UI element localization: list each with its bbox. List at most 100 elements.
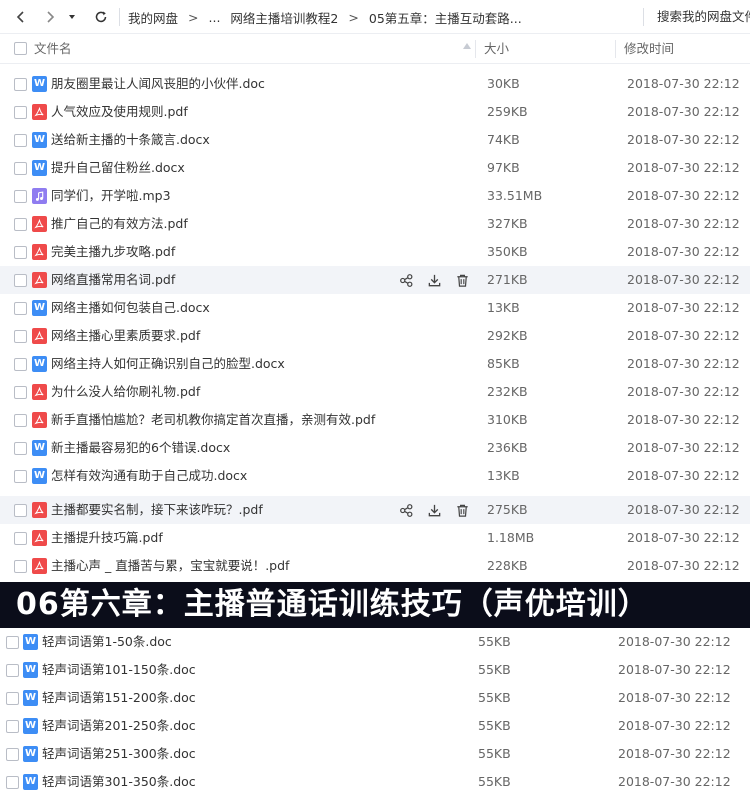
- column-time-header[interactable]: 修改时间: [624, 34, 674, 64]
- file-name[interactable]: 轻声词语第1-50条.doc: [42, 628, 172, 656]
- file-row[interactable]: 主播都要实名制，接下来该咋玩？.pdf 275KB 2018-07-30 22:12: [0, 496, 750, 524]
- refresh-icon[interactable]: [88, 4, 114, 30]
- row-checkbox[interactable]: [14, 302, 27, 315]
- back-arrow-icon[interactable]: [8, 4, 34, 30]
- file-name[interactable]: 提升自己留住粉丝.docx: [51, 154, 185, 182]
- column-divider[interactable]: [475, 40, 476, 58]
- file-row[interactable]: 人气效应及使用规则.pdf 259KB 2018-07-30 22:12: [0, 98, 750, 126]
- chapter-banner-title: 06第六章：主播普通话训练技巧（声优培训）: [16, 587, 649, 622]
- file-size: 13KB: [487, 300, 520, 315]
- row-checkbox[interactable]: [6, 776, 19, 789]
- file-row[interactable]: 新手直播怕尴尬？老司机教你搞定首次直播，亲测有效.pdf 310KB 2018-07…: [0, 406, 750, 434]
- file-name[interactable]: 完美主播九步攻略.pdf: [51, 238, 175, 266]
- file-row[interactable]: W 轻声词语第101-150条.doc 55KB 2018-07-30 22:12: [0, 656, 750, 684]
- download-icon[interactable]: [426, 502, 442, 518]
- row-checkbox[interactable]: [6, 720, 19, 733]
- select-all-checkbox[interactable]: [14, 42, 27, 55]
- file-name[interactable]: 推广自己的有效方法.pdf: [51, 210, 188, 238]
- file-name[interactable]: 朋友圈里最让人闻风丧胆的小伙伴.doc: [51, 70, 265, 98]
- row-checkbox[interactable]: [14, 218, 27, 231]
- file-name[interactable]: 主播都要实名制，接下来该咋玩？.pdf: [51, 496, 263, 524]
- row-checkbox[interactable]: [14, 470, 27, 483]
- pdf-file-icon: [32, 244, 47, 260]
- row-checkbox[interactable]: [6, 664, 19, 677]
- file-modified-time: 2018-07-30 22:12: [627, 188, 740, 203]
- file-name[interactable]: 轻声词语第251-300条.doc: [42, 740, 196, 768]
- file-name[interactable]: 送给新主播的十条箴言.docx: [51, 126, 210, 154]
- file-name[interactable]: 怎样有效沟通有助于自己成功.docx: [51, 462, 247, 490]
- file-row[interactable]: W 网络主持人如何正确识别自己的脸型.docx 85KB 2018-07-30 22:…: [0, 350, 750, 378]
- row-checkbox[interactable]: [6, 636, 19, 649]
- breadcrumb-item-folder[interactable]: 网络主播培训教程2: [230, 8, 338, 27]
- column-size-header[interactable]: 大小: [484, 34, 509, 64]
- row-checkbox[interactable]: [14, 106, 27, 119]
- file-row[interactable]: 主播心声 _ 直播苦与累，宝宝就要说！.pdf 228KB 2018-07-30 2…: [0, 552, 750, 580]
- forward-arrow-icon[interactable]: [37, 4, 63, 30]
- file-row[interactable]: W 轻声词语第251-300条.doc 55KB 2018-07-30 22:12: [0, 740, 750, 768]
- file-row[interactable]: 推广自己的有效方法.pdf 327KB 2018-07-30 22:12: [0, 210, 750, 238]
- file-row[interactable]: W 轻声词语第1-50条.doc 55KB 2018-07-30 22:12: [0, 628, 750, 656]
- file-row[interactable]: W 送给新主播的十条箴言.docx 74KB 2018-07-30 22:12: [0, 126, 750, 154]
- file-name[interactable]: 网络主持人如何正确识别自己的脸型.docx: [51, 350, 285, 378]
- file-name[interactable]: 网络直播常用名词.pdf: [51, 266, 175, 294]
- file-name[interactable]: 人气效应及使用规则.pdf: [51, 98, 188, 126]
- row-checkbox[interactable]: [14, 246, 27, 259]
- file-row[interactable]: 同学们，开学啦.mp3 33.51MB 2018-07-30 22:12: [0, 182, 750, 210]
- row-checkbox[interactable]: [14, 134, 27, 147]
- file-name[interactable]: 主播提升技巧篇.pdf: [51, 524, 163, 552]
- download-icon[interactable]: [426, 272, 442, 288]
- file-name[interactable]: 同学们，开学啦.mp3: [51, 182, 171, 210]
- file-row[interactable]: W 网络主播如何包装自己.docx 13KB 2018-07-30 22:12: [0, 294, 750, 322]
- file-row[interactable]: W 新主播最容易犯的6个错误.docx 236KB 2018-07-30 22:12: [0, 434, 750, 462]
- row-checkbox[interactable]: [14, 162, 27, 175]
- row-checkbox[interactable]: [14, 78, 27, 91]
- file-name[interactable]: 轻声词语第301-350条.doc: [42, 768, 196, 796]
- file-row[interactable]: 为什么没人给你刷礼物.pdf 232KB 2018-07-30 22:12: [0, 378, 750, 406]
- file-name[interactable]: 轻声词语第101-150条.doc: [42, 656, 196, 684]
- file-row[interactable]: W 轻声词语第201-250条.doc 55KB 2018-07-30 22:12: [0, 712, 750, 740]
- file-name[interactable]: 主播心声 _ 直播苦与累，宝宝就要说！.pdf: [51, 552, 289, 580]
- share-icon[interactable]: [398, 272, 414, 288]
- breadcrumb-item-ellipsis[interactable]: ...: [209, 10, 221, 25]
- file-row[interactable]: W 轻声词语第301-350条.doc 55KB 2018-07-30 22:12: [0, 768, 750, 796]
- row-checkbox[interactable]: [6, 692, 19, 705]
- file-row[interactable]: 主播提升技巧篇.pdf 1.18MB 2018-07-30 22:12: [0, 524, 750, 552]
- row-checkbox[interactable]: [6, 748, 19, 761]
- file-row[interactable]: W 怎样有效沟通有助于自己成功.docx 13KB 2018-07-30 22:12: [0, 462, 750, 490]
- row-checkbox[interactable]: [14, 414, 27, 427]
- file-name[interactable]: 网络主播如何包装自己.docx: [51, 294, 210, 322]
- row-checkbox[interactable]: [14, 190, 27, 203]
- column-header: 文件名 大小 修改时间: [0, 34, 750, 64]
- delete-icon[interactable]: [454, 272, 470, 288]
- search-input[interactable]: 搜索我的网盘文件: [657, 0, 750, 34]
- file-row[interactable]: 完美主播九步攻略.pdf 350KB 2018-07-30 22:12: [0, 238, 750, 266]
- row-checkbox[interactable]: [14, 358, 27, 371]
- row-checkbox[interactable]: [14, 442, 27, 455]
- column-name-header[interactable]: 文件名: [34, 34, 72, 64]
- delete-icon[interactable]: [454, 502, 470, 518]
- file-name[interactable]: 轻声词语第201-250条.doc: [42, 712, 196, 740]
- file-row[interactable]: 网络主播心里素质要求.pdf 292KB 2018-07-30 22:12: [0, 322, 750, 350]
- file-name[interactable]: 新手直播怕尴尬？老司机教你搞定首次直播，亲测有效.pdf: [51, 406, 375, 434]
- file-name[interactable]: 轻声词语第151-200条.doc: [42, 684, 196, 712]
- file-name[interactable]: 新主播最容易犯的6个错误.docx: [51, 434, 230, 462]
- file-name[interactable]: 为什么没人给你刷礼物.pdf: [51, 378, 200, 406]
- file-row[interactable]: 网络直播常用名词.pdf 271KB 2018-07-30 22:12: [0, 266, 750, 294]
- file-row[interactable]: W 提升自己留住粉丝.docx 97KB 2018-07-30 22:12: [0, 154, 750, 182]
- row-checkbox[interactable]: [14, 330, 27, 343]
- word-doc-icon: W: [32, 440, 47, 456]
- file-name[interactable]: 网络主播心里素质要求.pdf: [51, 322, 200, 350]
- row-checkbox[interactable]: [14, 274, 27, 287]
- file-row[interactable]: W 轻声词语第151-200条.doc 55KB 2018-07-30 22:12: [0, 684, 750, 712]
- breadcrumb-item-current[interactable]: 05第五章：主播互动套路...: [369, 8, 522, 27]
- column-divider[interactable]: [615, 40, 616, 58]
- breadcrumb-item-root[interactable]: 我的网盘: [128, 8, 178, 27]
- row-checkbox[interactable]: [14, 560, 27, 573]
- row-checkbox[interactable]: [14, 386, 27, 399]
- file-row[interactable]: W 朋友圈里最让人闻风丧胆的小伙伴.doc 30KB 2018-07-30 22:12: [0, 70, 750, 98]
- history-dropdown-icon[interactable]: [62, 4, 82, 30]
- row-checkbox[interactable]: [14, 504, 27, 517]
- row-checkbox[interactable]: [14, 532, 27, 545]
- share-icon[interactable]: [398, 502, 414, 518]
- sort-caret-icon[interactable]: [463, 43, 471, 49]
